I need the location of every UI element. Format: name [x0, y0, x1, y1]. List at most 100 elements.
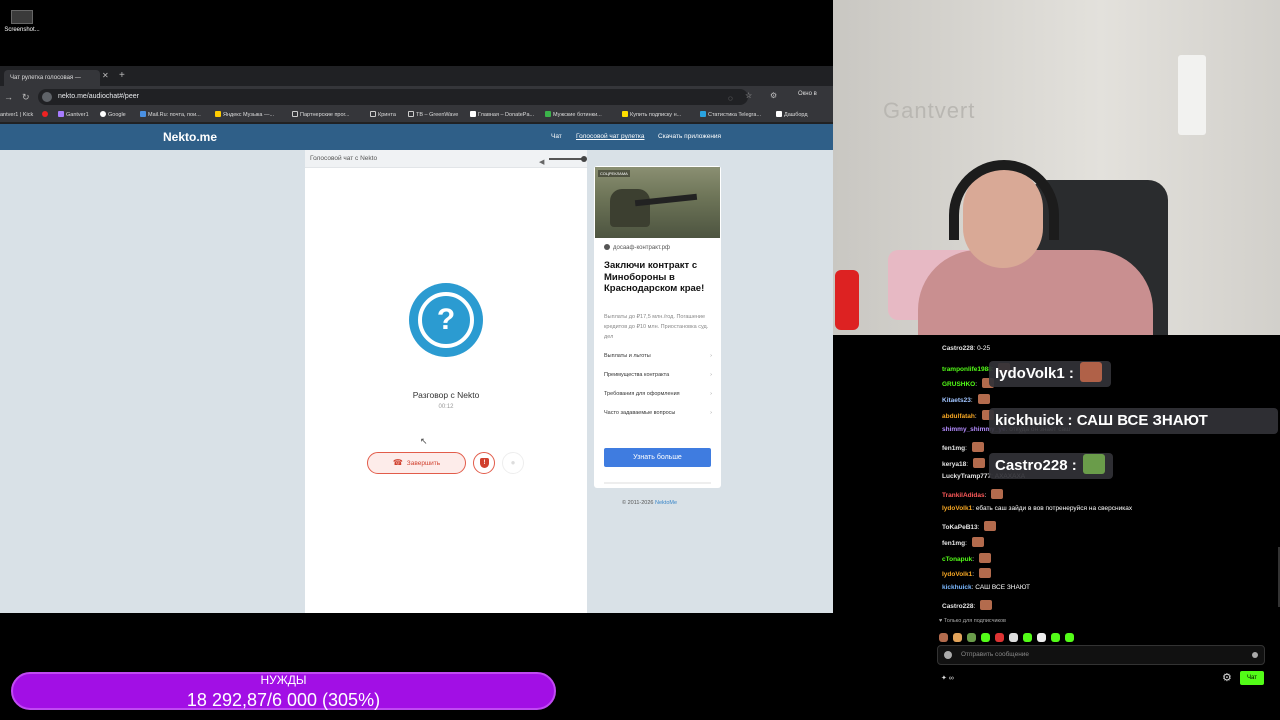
end-call-label: Завершить — [406, 460, 441, 467]
ad-domain[interactable]: досааф-контракт.рф — [604, 244, 670, 251]
chat-input[interactable]: Отправить сообщение — [937, 645, 1265, 665]
emote-icon — [977, 394, 990, 404]
ad-link[interactable]: Преимущества контракта › — [604, 372, 712, 378]
tab-nekto[interactable]: Чат рулетка голосовая — — [4, 70, 100, 86]
chat-username[interactable]: Castro228 — [942, 603, 973, 610]
folder-icon — [292, 111, 298, 117]
chat-send-button[interactable]: Чат — [1240, 671, 1264, 685]
chat-username[interactable]: ToKaPeB13 — [942, 524, 978, 531]
input-action-icon[interactable] — [1252, 652, 1258, 658]
ad-link[interactable]: Выплаты и льготы › — [604, 353, 712, 359]
emote-icon — [953, 633, 962, 642]
bookmark-icon — [58, 111, 64, 117]
end-call-button[interactable]: ☎ Завершить — [367, 452, 466, 474]
bookmark-item[interactable]: Дашборд — [776, 111, 808, 120]
copyright-link[interactable]: NektoMe — [655, 500, 677, 506]
chat-username[interactable]: IydoVolk1 — [942, 571, 972, 578]
back-icon[interactable]: → — [4, 91, 13, 103]
emote-icon — [1065, 633, 1074, 642]
emote-icon — [972, 458, 985, 468]
desktop-screenshot-icon[interactable]: Screenshot... — [2, 10, 42, 33]
record-icon — [42, 111, 48, 117]
chat-username[interactable]: fen1mg — [942, 540, 965, 547]
site-info-icon[interactable] — [42, 92, 52, 102]
chat-username[interactable]: kerya18 — [942, 461, 966, 468]
emote-icon — [980, 600, 993, 610]
chat-username[interactable]: tramponlife1988 — [942, 366, 992, 373]
points-icon[interactable]: ✦ ∞ — [941, 674, 954, 682]
volume-slider[interactable] — [549, 156, 587, 162]
emote-icon — [967, 633, 976, 642]
bookmark-item[interactable]: Яндекс Музыка —... — [215, 111, 274, 120]
bookmark-item[interactable]: Главная – DonatePa... — [470, 111, 534, 120]
ad-link[interactable]: Требования для оформления › — [604, 391, 712, 397]
bookmark-item[interactable]: Mail.Ru: почта, пои... — [140, 111, 201, 120]
bookmark-item[interactable]: antver1 | Kick — [0, 111, 33, 120]
ad-link[interactable]: Часто задаваемые вопросы › — [604, 410, 712, 416]
mic-button[interactable]: ● — [502, 452, 524, 474]
chat-message: Castro228: 0-25 — [942, 345, 991, 352]
chevron-right-icon: › — [710, 410, 712, 416]
ad-cta-button[interactable]: Узнать больше — [604, 448, 711, 467]
emote-bar[interactable] — [939, 629, 1079, 642]
screenshot-thumbnail-icon — [11, 10, 33, 24]
eye-off-icon[interactable]: ◌ — [728, 93, 733, 105]
bookmark-item[interactable]: Gantver1 — [58, 111, 89, 120]
bookmark-item[interactable]: Статистика Telegra... — [700, 111, 761, 120]
chat-username[interactable]: fen1mg — [942, 445, 965, 452]
chat-message: GRUSHKO: — [942, 378, 994, 388]
report-button[interactable]: ! — [473, 452, 495, 474]
bookmark-item[interactable]: Мужские ботинки... — [545, 111, 602, 120]
emoji-icon[interactable] — [944, 651, 952, 659]
emote-icon — [981, 633, 990, 642]
chat-username[interactable]: abdulfatah — [942, 413, 975, 420]
bookmark-item[interactable]: Купить подписку н... — [622, 111, 681, 120]
ad-image[interactable]: СОЦРЕКЛАМА — [595, 167, 720, 238]
chat-username[interactable]: TrankilAdidas — [942, 492, 985, 499]
volume-icon[interactable]: ◀ — [539, 154, 544, 172]
ad-headline[interactable]: Заключи контракт с Минобороны в Краснода… — [604, 260, 714, 295]
goal-value: 18 292,87/6 000 (305%) — [186, 690, 381, 710]
donation-goal-bar: НУЖДЫ 18 292,87/6 000 (305%) — [11, 672, 556, 710]
chat-username[interactable]: LuckyTramp777 — [942, 473, 991, 480]
star-icon[interactable]: ☆ — [745, 90, 752, 102]
shop-icon — [545, 111, 551, 117]
emote-icon — [1079, 362, 1102, 382]
reload-icon[interactable]: ↻ — [22, 91, 30, 103]
gear-icon[interactable]: ⚙ — [1222, 673, 1232, 684]
bookmark-item[interactable] — [42, 111, 50, 120]
extensions-icon[interactable]: ⚙ — [770, 90, 777, 102]
chat-username[interactable]: GRUSHKO — [942, 381, 975, 388]
emote-icon — [1023, 633, 1032, 642]
chat-username[interactable]: IydoVolk1 — [942, 505, 972, 512]
volume-slider-handle[interactable] — [581, 156, 587, 162]
panel-header: Голосовой чат с Nekto ◀ — [305, 150, 587, 168]
mouse-cursor-icon: ↖ — [420, 436, 428, 446]
emote-icon — [971, 442, 984, 452]
nav-download-apps[interactable]: Скачать приложения — [658, 133, 721, 140]
window-label[interactable]: Окно в — [798, 91, 817, 97]
chat-username[interactable]: cTonapuk — [942, 556, 972, 563]
ad-banner[interactable]: СОЦРЕКЛАМА досааф-контракт.рф Заключи ко… — [594, 166, 721, 488]
nav-voice-chat[interactable]: Голосовой чат рулетка — [576, 133, 644, 140]
chat-username[interactable]: Kitaets23 — [942, 397, 971, 404]
tab-close-icon[interactable]: ✕ — [102, 70, 109, 82]
bookmark-item[interactable]: Кринта — [370, 111, 396, 120]
bookmark-item[interactable]: Google — [100, 111, 126, 120]
address-bar[interactable]: nekto.me/audiochat#/peer ◌ — [38, 89, 748, 105]
new-tab-icon[interactable]: + — [119, 69, 125, 83]
chat-username[interactable]: kickhuick — [942, 584, 972, 591]
bookmark-item[interactable]: TB – GreenWave — [408, 111, 458, 120]
chat-message: cTonapuk: — [942, 553, 991, 563]
chat-message: ToKaPeB13: — [942, 521, 997, 531]
bookmark-item[interactable]: Партнерские прог... — [292, 111, 349, 120]
chat-text: 0-25 — [977, 345, 991, 352]
chat-username[interactable]: Castro228 — [942, 345, 973, 352]
peer-title: Разговор с Nekto — [412, 390, 480, 400]
spray-bottle — [835, 270, 859, 330]
desktop-icon-label: Screenshot... — [4, 27, 40, 33]
site-logo[interactable]: Nekto.me — [163, 130, 217, 144]
nav-chat[interactable]: Чат — [551, 133, 562, 140]
ad-photo-tag: СОЦРЕКЛАМА — [598, 170, 630, 177]
browser-toolbar: → ↻ nekto.me/audiochat#/peer ◌ ☆ ⚙ Окно … — [0, 86, 833, 108]
